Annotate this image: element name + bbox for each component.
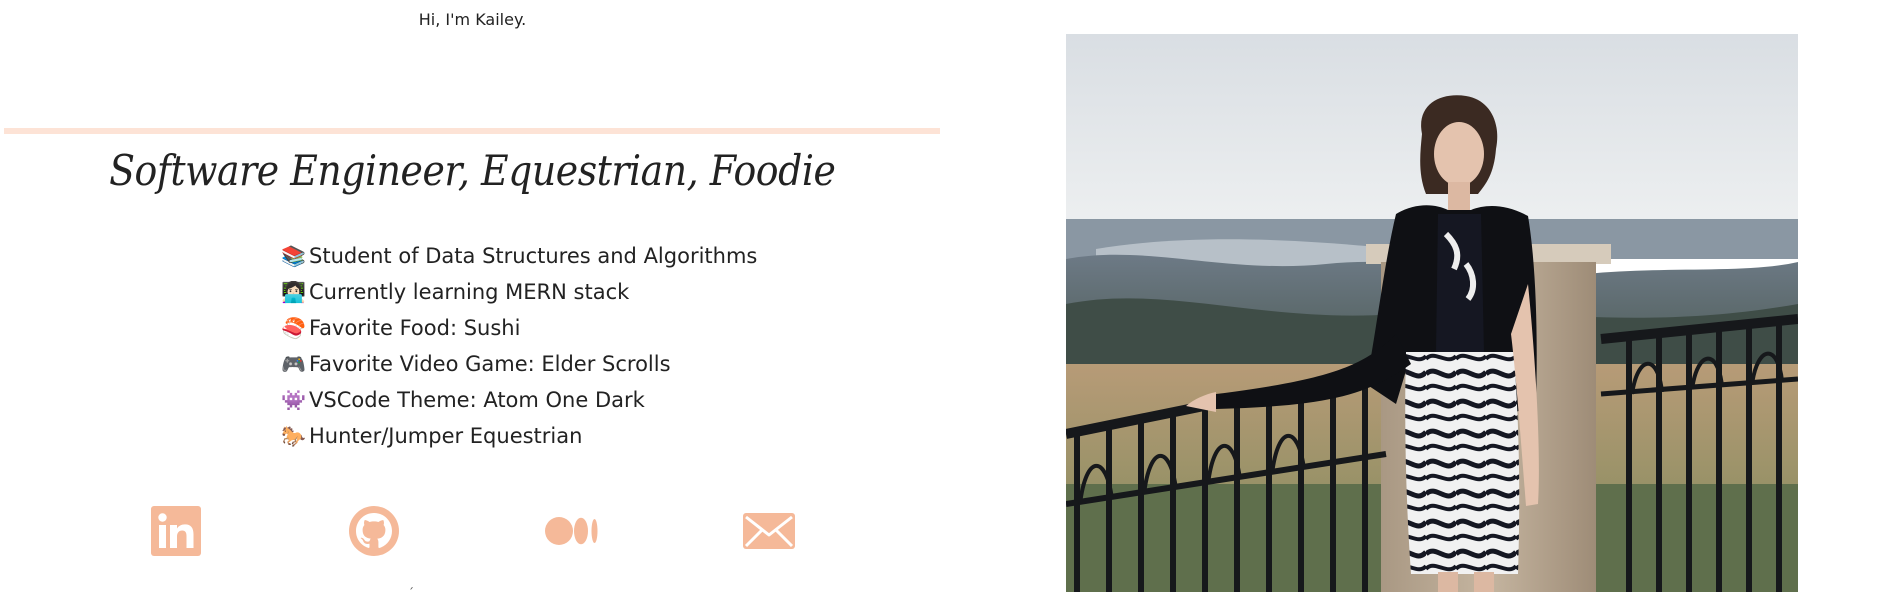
list-item: 🐎 Hunter/Jumper Equestrian — [281, 418, 757, 454]
intro-section: Hi, I'm Kailey. Software Engineer, Eques… — [0, 0, 945, 592]
github-link[interactable] — [347, 504, 401, 558]
stray-mark: ´ — [408, 586, 414, 592]
facts-list: 📚 Student of Data Structures and Algorit… — [281, 238, 757, 454]
fact-text: Hunter/Jumper Equestrian — [309, 424, 583, 448]
woman-technologist-icon: 👩🏻‍💻 — [281, 280, 306, 304]
game-controller-icon: 🎮 — [281, 352, 306, 376]
greeting: Hi, I'm Kailey. — [0, 10, 945, 29]
medium-link[interactable] — [545, 504, 599, 558]
fact-text: Currently learning MERN stack — [309, 280, 630, 304]
page: Hi, I'm Kailey. Software Engineer, Eques… — [0, 0, 1903, 592]
tagline: Software Engineer, Equestrian, Foodie — [109, 146, 836, 195]
social-links — [0, 504, 945, 558]
fact-text: VSCode Theme: Atom One Dark — [309, 388, 645, 412]
list-item: 🍣 Favorite Food: Sushi — [281, 310, 757, 346]
portrait-photo — [1066, 34, 1798, 592]
github-icon — [349, 506, 399, 556]
greeting-name: , I'm Kailey. — [435, 10, 527, 29]
sushi-icon: 🍣 — [281, 316, 306, 340]
fact-text: Favorite Video Game: Elder Scrolls — [309, 352, 671, 376]
linkedin-icon — [151, 506, 201, 556]
fact-text: Favorite Food: Sushi — [309, 316, 521, 340]
divider — [4, 128, 940, 134]
list-item: 👾 VSCode Theme: Atom One Dark — [281, 382, 757, 418]
medium-icon — [545, 517, 598, 545]
list-item: 📚 Student of Data Structures and Algorit… — [281, 238, 757, 274]
alien-monster-icon: 👾 — [281, 388, 306, 412]
linkedin-link[interactable] — [149, 504, 203, 558]
fact-text: Student of Data Structures and Algorithm… — [309, 244, 758, 268]
books-icon: 📚 — [281, 244, 306, 268]
horse-icon: 🐎 — [281, 424, 306, 448]
email-icon — [743, 513, 795, 549]
list-item: 🎮 Favorite Video Game: Elder Scrolls — [281, 346, 757, 382]
greeting-hi: Hi — [418, 10, 436, 29]
list-item: 👩🏻‍💻 Currently learning MERN stack — [281, 274, 757, 310]
email-link[interactable] — [742, 504, 796, 558]
